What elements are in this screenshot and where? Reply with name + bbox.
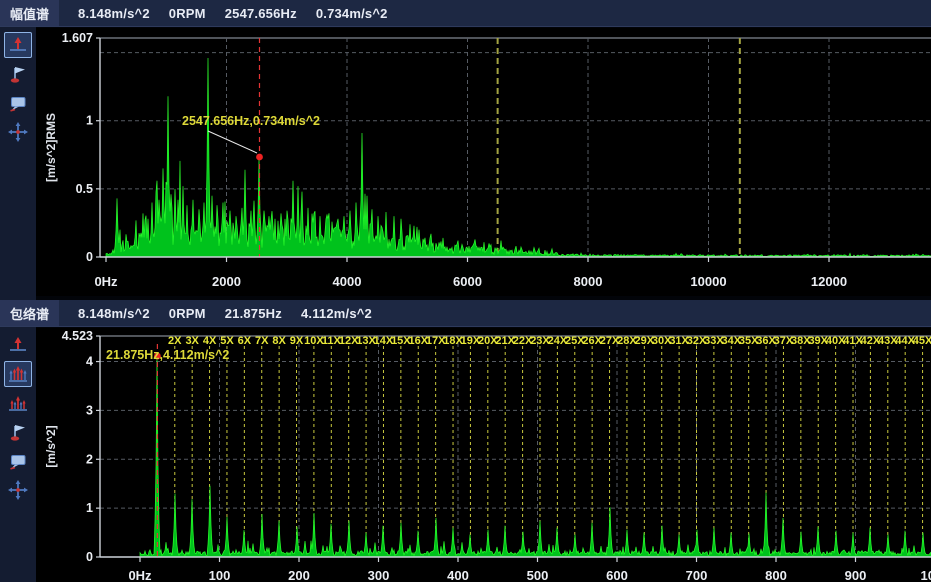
amplitude-plot-toolbar [0,27,36,300]
sideband-cursor-button[interactable] [4,390,32,416]
pan-move-button[interactable] [4,119,32,145]
overall-rms-value: 8.148m/s^2 [78,6,150,21]
flag-marker-icon [7,421,29,443]
svg-text:1000: 1000 [921,568,931,582]
sideband-cursor-icon [7,392,29,414]
svg-text:12000: 12000 [811,274,847,289]
svg-text:7X: 7X [255,335,269,347]
flag-marker-icon [7,63,29,85]
svg-text:600: 600 [606,568,628,582]
pan-move-icon [7,121,29,143]
svg-text:0.5: 0.5 [76,182,93,196]
flag-marker-button[interactable] [4,61,32,87]
vibration-analysis-screen: { "panels": [ { "key": "amplitude-spectr… [0,0,931,582]
amplitude-spectrum-plot[interactable]: 2547.656Hz,0.734m/s^2 0Hz 2000 4000 6000 8000… [36,28,931,296]
svg-text:900: 900 [845,568,867,582]
cursor-frequency-value: 2547.656Hz [225,6,297,21]
svg-text:800: 800 [765,568,787,582]
svg-text:6000: 6000 [453,274,482,289]
svg-text:400: 400 [447,568,469,582]
svg-text:100: 100 [209,568,231,582]
note-label-icon [7,92,29,114]
svg-text:10000: 10000 [690,274,726,289]
pan-move-icon [7,479,29,501]
envelope-plot-toolbar [0,327,36,582]
envelope-spectrum-header: 包络谱 8.148m/s^2 0RPM 21.875Hz 4.112m/s^2 [0,300,931,327]
svg-text:2547.656Hz,0.734m/s^2: 2547.656Hz,0.734m/s^2 [182,114,320,128]
svg-text:4.523: 4.523 [62,329,93,343]
cursor-amplitude-value: 0.734m/s^2 [316,6,388,21]
note-label-button[interactable] [4,448,32,474]
single-cursor-icon [7,334,29,356]
envelope-spectrum-title: 包络谱 [0,300,59,326]
svg-text:3X: 3X [185,335,199,347]
svg-text:8000: 8000 [574,274,603,289]
amplitude-spectrum-header: 幅值谱 8.148m/s^2 0RPM 2547.656Hz 0.734m/s^… [0,0,931,27]
cursor-amplitude-value: 4.112m/s^2 [301,306,372,321]
note-label-button[interactable] [4,90,32,116]
svg-text:2: 2 [86,452,93,466]
rpm-value: 0RPM [169,306,206,321]
svg-text:300: 300 [368,568,390,582]
svg-text:0: 0 [86,550,93,564]
svg-text:[m/s^2]: [m/s^2] [44,425,58,467]
svg-text:2000: 2000 [212,274,241,289]
svg-text:200: 200 [288,568,310,582]
harmonic-cursor-icon [7,363,29,385]
svg-text:4000: 4000 [333,274,362,289]
svg-text:8X: 8X [272,335,286,347]
svg-text:4: 4 [86,355,93,369]
pan-move-button[interactable] [4,477,32,503]
svg-text:21.875Hz,4.112m/s^2: 21.875Hz,4.112m/s^2 [106,348,229,362]
svg-text:2X: 2X [168,335,182,347]
rpm-value: 0RPM [169,6,206,21]
svg-text:5X: 5X [220,335,234,347]
svg-text:0Hz: 0Hz [128,568,152,582]
single-cursor-icon [7,34,29,56]
amplitude-spectrum-title: 幅值谱 [0,0,59,26]
flag-marker-button[interactable] [4,419,32,445]
single-cursor-button[interactable] [4,332,32,358]
single-cursor-button[interactable] [4,32,32,58]
svg-text:0Hz: 0Hz [94,274,118,289]
note-label-icon [7,450,29,472]
svg-text:3: 3 [86,403,93,417]
svg-text:500: 500 [527,568,549,582]
svg-text:[m/s^2]RMS: [m/s^2]RMS [44,113,58,182]
cursor-frequency-value: 21.875Hz [225,306,282,321]
svg-text:9X: 9X [290,335,304,347]
harmonic-cursor-button[interactable] [4,361,32,387]
svg-text:4X: 4X [203,335,217,347]
svg-text:1: 1 [86,501,93,515]
svg-text:700: 700 [686,568,708,582]
svg-text:1: 1 [86,114,93,128]
svg-text:0: 0 [86,250,93,264]
svg-text:45X: 45X [913,335,931,347]
overall-rms-value: 8.148m/s^2 [78,306,150,321]
svg-text:6X: 6X [238,335,252,347]
svg-text:1.607: 1.607 [62,31,93,45]
envelope-spectrum-plot[interactable]: 2X3X4X5X6X7X8X9X10X11X12X13X14X15X16X17X… [36,328,931,582]
